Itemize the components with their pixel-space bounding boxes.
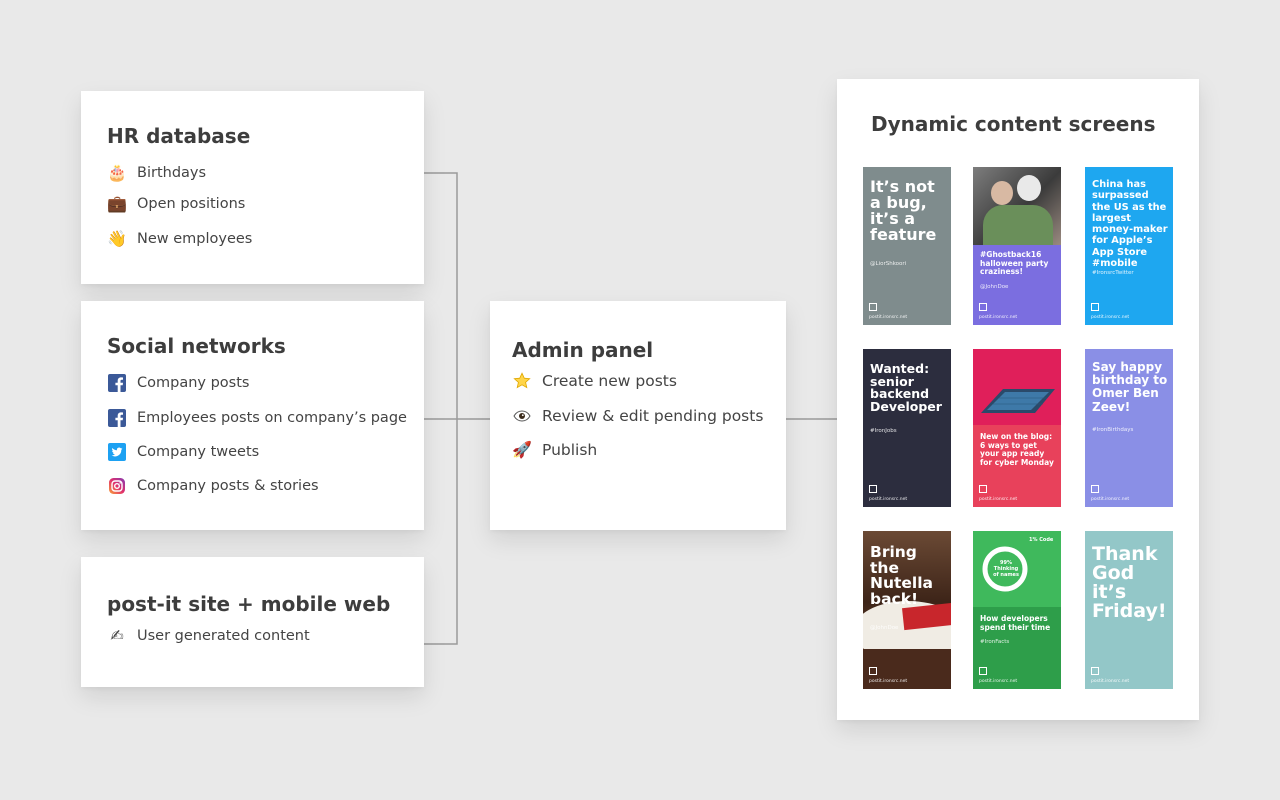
screen-tile-blog: New on the blog: 6 ways to get your app … [973, 349, 1061, 507]
social-item-company-stories: Company posts & stories [107, 475, 319, 497]
tile-headline: China has surpassed the US as the larges… [1092, 179, 1168, 269]
tile-url: postit.ironsrc.net [869, 679, 908, 684]
tile-url: postit.ironsrc.net [869, 497, 908, 502]
social-item-company-posts: Company posts [107, 372, 249, 394]
site-item-user-generated: ✍ User generated content [107, 625, 310, 647]
instagram-icon [107, 476, 127, 496]
hr-item-label: Open positions [137, 196, 246, 212]
tile-headline: Bring the Nutella back! [870, 543, 934, 608]
admin-item-label: Publish [542, 441, 598, 459]
waving-hand-icon: 👋 [107, 229, 127, 248]
screen-tile-halloween: #Ghostback16 halloween party craziness! … [973, 167, 1061, 325]
dynamic-content-screens-title: Dynamic content screens [871, 112, 1156, 136]
twitter-icon [107, 442, 127, 462]
post-it-site-title: post-it site + mobile web [107, 592, 391, 616]
hr-item-label: Birthdays [137, 165, 207, 181]
screen-tile-wanted: Wanted: senior backend Developer #IronJo… [863, 349, 951, 507]
tile-url: postit.ironsrc.net [1091, 497, 1130, 502]
ironsrc-logo-icon [1091, 485, 1099, 493]
tile-url: postit.ironsrc.net [979, 679, 1018, 684]
tile-headline: Say happy birthday to Omer Ben Zeev! [1092, 360, 1168, 414]
screen-tile-china: China has surpassed the US as the larges… [1085, 167, 1173, 325]
screen-tile-bug-feature: It’s not a bug, it’s a feature @LiorShko… [863, 167, 951, 325]
screen-tile-nutella: Bring the Nutella back! @JohnDoe postit.… [863, 531, 951, 689]
facebook-icon [107, 408, 127, 428]
screen-tile-developers: 1% Code 99% Thinking of names How develo… [973, 531, 1061, 689]
hr-item-new-employees: 👋 New employees [107, 228, 252, 250]
admin-panel-card: Admin panel Create new posts Review & ed… [490, 301, 786, 530]
social-item-company-tweets: Company tweets [107, 441, 259, 463]
tile-url: postit.ironsrc.net [1091, 315, 1130, 320]
sources-bracket-line [424, 172, 458, 645]
tile-headline: It’s not a bug, it’s a feature [870, 177, 937, 244]
tile-body: How developers spend their time [980, 614, 1051, 632]
ironsrc-logo-icon [979, 303, 987, 311]
tile-url: postit.ironsrc.net [869, 315, 908, 320]
admin-panel-title: Admin panel [512, 338, 654, 362]
site-item-label: User generated content [137, 628, 310, 644]
tile-handle: #IronBirthdays [1092, 427, 1134, 433]
dynamic-content-screens-card: Dynamic content screens It’s not a bug, … [837, 79, 1199, 720]
tile-handle: #IronJobs [870, 428, 897, 434]
writing-hand-icon: ✍ [110, 626, 124, 645]
ironsrc-logo-icon [1091, 303, 1099, 311]
admin-item-label: Create new posts [542, 372, 677, 390]
ironsrc-logo-icon [869, 303, 877, 311]
tile-body: New on the blog: 6 ways to get your app … [980, 432, 1054, 467]
social-item-employees-posts: Employees posts on company’s page [107, 407, 407, 429]
hr-item-label: New employees [137, 231, 253, 247]
tile-url: postit.ironsrc.net [1091, 679, 1130, 684]
ironsrc-logo-icon [979, 667, 987, 675]
admin-item-publish: 🚀 Publish [512, 439, 597, 461]
screen-tile-tgif: Thank God it’s Friday! postit.ironsrc.ne… [1085, 531, 1173, 689]
birthday-cake-icon: 🎂 [107, 163, 127, 182]
tile-url: postit.ironsrc.net [979, 315, 1018, 320]
social-item-label: Company posts [137, 375, 250, 391]
hr-item-birthdays: 🎂 Birthdays [107, 162, 206, 184]
ironsrc-logo-icon [1091, 667, 1099, 675]
post-it-site-card: post-it site + mobile web ✍ User generat… [81, 557, 424, 687]
halloween-photo [973, 167, 1061, 245]
star-icon [512, 371, 532, 391]
screen-tile-birthday: Say happy birthday to Omer Ben Zeev! #Ir… [1085, 349, 1173, 507]
tile-url: postit.ironsrc.net [979, 497, 1018, 502]
tile-headline: Wanted: senior backend Developer [870, 361, 942, 414]
social-item-label: Employees posts on company’s page [137, 410, 407, 426]
stat-small-label: 1% Code [1029, 537, 1054, 543]
tile-handle: #IronsrcTwitter [1092, 270, 1134, 276]
hr-database-card: HR database 🎂 Birthdays 💼 Open positions… [81, 91, 424, 284]
rocket-icon: 🚀 [512, 440, 532, 459]
hr-database-title: HR database [107, 124, 251, 148]
social-networks-card: Social networks Company posts Employees … [81, 301, 424, 530]
social-item-label: Company tweets [137, 444, 260, 460]
tile-handle: @JohnDoe [870, 625, 899, 631]
ironsrc-logo-icon [869, 667, 877, 675]
briefcase-icon: 💼 [107, 194, 127, 213]
admin-item-label: Review & edit pending posts [542, 407, 764, 425]
tile-handle: @JohnDoe [980, 284, 1009, 290]
hr-item-open-positions: 💼 Open positions [107, 193, 245, 215]
social-networks-title: Social networks [107, 334, 286, 358]
admin-item-review: Review & edit pending posts [512, 405, 763, 427]
stat-big-label: 99% Thinking of names [993, 560, 1019, 578]
tile-headline: Thank God it’s Friday! [1092, 543, 1167, 622]
admin-item-create: Create new posts [512, 370, 677, 392]
tile-handle: #IronFacts [980, 639, 1010, 645]
tile-handle: @LiorShkoori [870, 261, 907, 267]
facebook-icon [107, 373, 127, 393]
laptop-illustration-icon [981, 389, 1055, 413]
tile-body: #Ghostback16 halloween party craziness! [980, 250, 1049, 277]
eye-icon [512, 406, 532, 426]
ironsrc-logo-icon [869, 485, 877, 493]
ironsrc-logo-icon [979, 485, 987, 493]
social-item-label: Company posts & stories [137, 478, 319, 494]
